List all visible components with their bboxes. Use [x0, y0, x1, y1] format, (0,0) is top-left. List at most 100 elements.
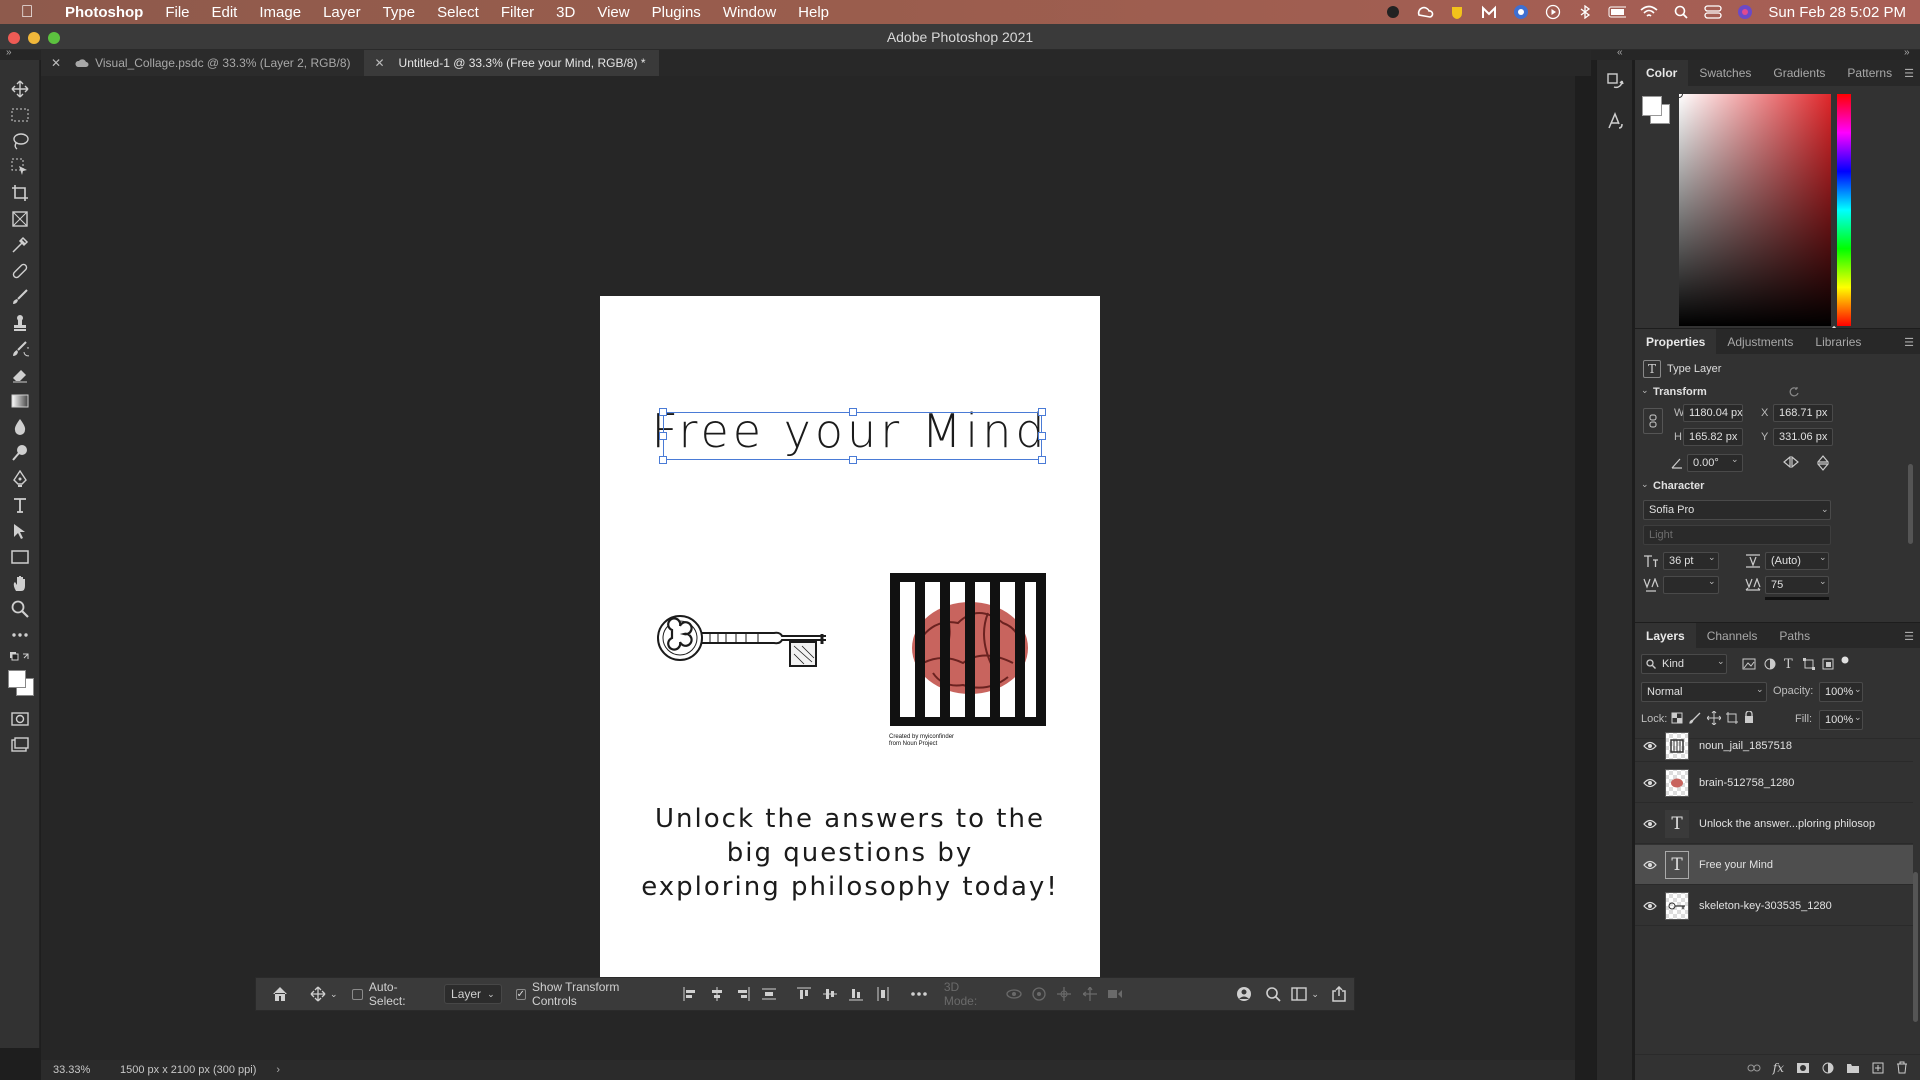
- battery-icon[interactable]: [1608, 5, 1627, 19]
- transform-handle-t[interactable]: [849, 408, 857, 416]
- hue-slider[interactable]: [1837, 94, 1851, 326]
- auto-select-check[interactable]: [352, 988, 363, 1000]
- quick-mask-icon[interactable]: [9, 708, 31, 730]
- visibility-eye-icon[interactable]: [1635, 819, 1665, 829]
- color-swatches[interactable]: [8, 670, 36, 698]
- menu-3d[interactable]: 3D: [545, 4, 586, 21]
- canvas-area[interactable]: Free your Mind Created by myiconfinder f…: [41, 76, 1575, 1060]
- move-tool-icon[interactable]: [9, 78, 31, 100]
- properties-scrollbar[interactable]: [1908, 464, 1913, 544]
- clone-stamp-tool-icon[interactable]: [9, 312, 31, 334]
- 3d-pan-icon[interactable]: [1052, 977, 1077, 1011]
- tab-layers[interactable]: Layers: [1635, 622, 1696, 649]
- chevron-down-icon[interactable]: ⌄: [1731, 454, 1739, 465]
- chevron-down-icon[interactable]: ⌄: [1819, 552, 1827, 563]
- chevron-down-icon[interactable]: ⌄: [1717, 656, 1725, 667]
- align-horizontal-centers-icon[interactable]: [703, 977, 729, 1011]
- x-field[interactable]: 168.71 px: [1773, 404, 1833, 422]
- creative-cloud-icon[interactable]: [1416, 5, 1434, 19]
- layer-row-noun-jail[interactable]: noun_jail_1857518: [1635, 730, 1913, 762]
- new-adjustment-layer-icon[interactable]: [1822, 1062, 1834, 1074]
- spotlight-search-icon[interactable]: [1672, 5, 1690, 19]
- gradient-tool-icon[interactable]: [9, 390, 31, 412]
- record-dot-icon[interactable]: [1384, 5, 1402, 19]
- distribute-vertical-icon[interactable]: [756, 977, 782, 1011]
- text-color-bar[interactable]: [1765, 597, 1829, 600]
- link-dimensions-icon[interactable]: [1643, 408, 1663, 434]
- eyedropper-tool-icon[interactable]: [9, 234, 31, 256]
- filter-pixel-icon[interactable]: [1742, 658, 1756, 670]
- link-layers-icon[interactable]: [1747, 1064, 1761, 1072]
- auto-select-checkbox[interactable]: Auto-Select:: [344, 977, 438, 1011]
- tab-gradients[interactable]: Gradients: [1762, 60, 1836, 86]
- move-tool-preset-icon[interactable]: ⌄: [303, 977, 344, 1011]
- share-icon[interactable]: [1324, 977, 1354, 1011]
- new-group-icon[interactable]: [1846, 1062, 1860, 1074]
- menu-app-name[interactable]: Photoshop: [54, 4, 154, 21]
- transform-handle-tr[interactable]: [1038, 408, 1046, 416]
- blend-mode-dropdown[interactable]: Normal: [1641, 682, 1767, 702]
- chevron-down-icon[interactable]: ⌄: [1854, 712, 1862, 723]
- align-right-edges-icon[interactable]: [730, 977, 756, 1011]
- blur-tool-icon[interactable]: [9, 416, 31, 438]
- lock-all-icon[interactable]: [1744, 711, 1754, 723]
- add-mask-icon[interactable]: [1796, 1062, 1810, 1074]
- lock-position-icon[interactable]: [1707, 711, 1721, 725]
- panel-menu-icon[interactable]: ☰: [1904, 630, 1914, 643]
- siri-icon[interactable]: [1736, 5, 1754, 19]
- flip-vertical-icon[interactable]: [1817, 455, 1829, 471]
- transform-handle-l[interactable]: [659, 432, 667, 440]
- tab-patterns[interactable]: Patterns: [1836, 60, 1903, 86]
- character-section-title[interactable]: Character: [1653, 480, 1704, 492]
- foreground-color-swatch[interactable]: [8, 670, 26, 688]
- menu-filter[interactable]: Filter: [490, 4, 545, 21]
- rectangle-tool-icon[interactable]: [9, 546, 31, 568]
- history-panel-icon[interactable]: [1606, 72, 1624, 90]
- menu-layer[interactable]: Layer: [312, 4, 372, 21]
- chevron-down-icon[interactable]: ⌄: [1854, 684, 1862, 695]
- more-options-icon[interactable]: [902, 977, 936, 1011]
- zoom-level[interactable]: 33.33%: [53, 1064, 108, 1076]
- align-bottom-edges-icon[interactable]: [843, 977, 869, 1011]
- window-minimize-button[interactable]: [28, 32, 40, 44]
- new-layer-icon[interactable]: [1872, 1062, 1884, 1074]
- transform-handle-br[interactable]: [1038, 456, 1046, 464]
- frame-tool-icon[interactable]: [9, 208, 31, 230]
- menu-type[interactable]: Type: [372, 4, 427, 21]
- marquee-tool-icon[interactable]: [9, 104, 31, 126]
- glyphs-panel-icon[interactable]: [1606, 112, 1624, 130]
- menu-help[interactable]: Help: [787, 4, 840, 21]
- transform-section-title[interactable]: Transform: [1653, 386, 1707, 398]
- 3d-slide-icon[interactable]: [1077, 977, 1102, 1011]
- eraser-tool-icon[interactable]: [9, 364, 31, 386]
- tab-paths[interactable]: Paths: [1768, 623, 1821, 649]
- height-field[interactable]: 165.82 px: [1683, 428, 1743, 446]
- transform-handle-b[interactable]: [849, 456, 857, 464]
- align-top-edges-icon[interactable]: [791, 977, 817, 1011]
- visibility-eye-icon[interactable]: [1635, 860, 1665, 870]
- chevron-down-icon[interactable]: ⌄: [1821, 504, 1829, 515]
- document-artboard[interactable]: Free your Mind Created by myiconfinder f…: [600, 296, 1100, 996]
- chevron-down-icon[interactable]: ⌄: [1756, 684, 1764, 695]
- align-vertical-centers-icon[interactable]: [817, 977, 843, 1011]
- delete-layer-icon[interactable]: [1896, 1061, 1908, 1074]
- search-icon[interactable]: [1260, 977, 1286, 1011]
- tab-channels[interactable]: Channels: [1696, 623, 1769, 649]
- menu-edit[interactable]: Edit: [201, 4, 249, 21]
- width-field[interactable]: 1180.04 px: [1683, 404, 1743, 422]
- menu-plugins[interactable]: Plugins: [641, 4, 712, 21]
- close-tab-icon[interactable]: ✕: [374, 56, 384, 70]
- skeleton-key-image[interactable]: [654, 608, 834, 678]
- lasso-tool-icon[interactable]: [9, 130, 31, 152]
- zoom-tool-icon[interactable]: [9, 598, 31, 620]
- transform-handle-r[interactable]: [1038, 432, 1046, 440]
- hand-tool-icon[interactable]: [9, 572, 31, 594]
- show-transform-check[interactable]: ✓: [515, 988, 527, 1000]
- pen-tool-icon[interactable]: [9, 468, 31, 490]
- control-center-icon[interactable]: [1704, 5, 1723, 19]
- body-text-layer[interactable]: Unlock the answers to the big questions …: [610, 802, 1090, 904]
- transform-handle-bl[interactable]: [659, 456, 667, 464]
- tab-properties[interactable]: Properties: [1635, 328, 1717, 355]
- more-tools-icon[interactable]: [9, 624, 31, 646]
- align-left-edges-icon[interactable]: [677, 977, 703, 1011]
